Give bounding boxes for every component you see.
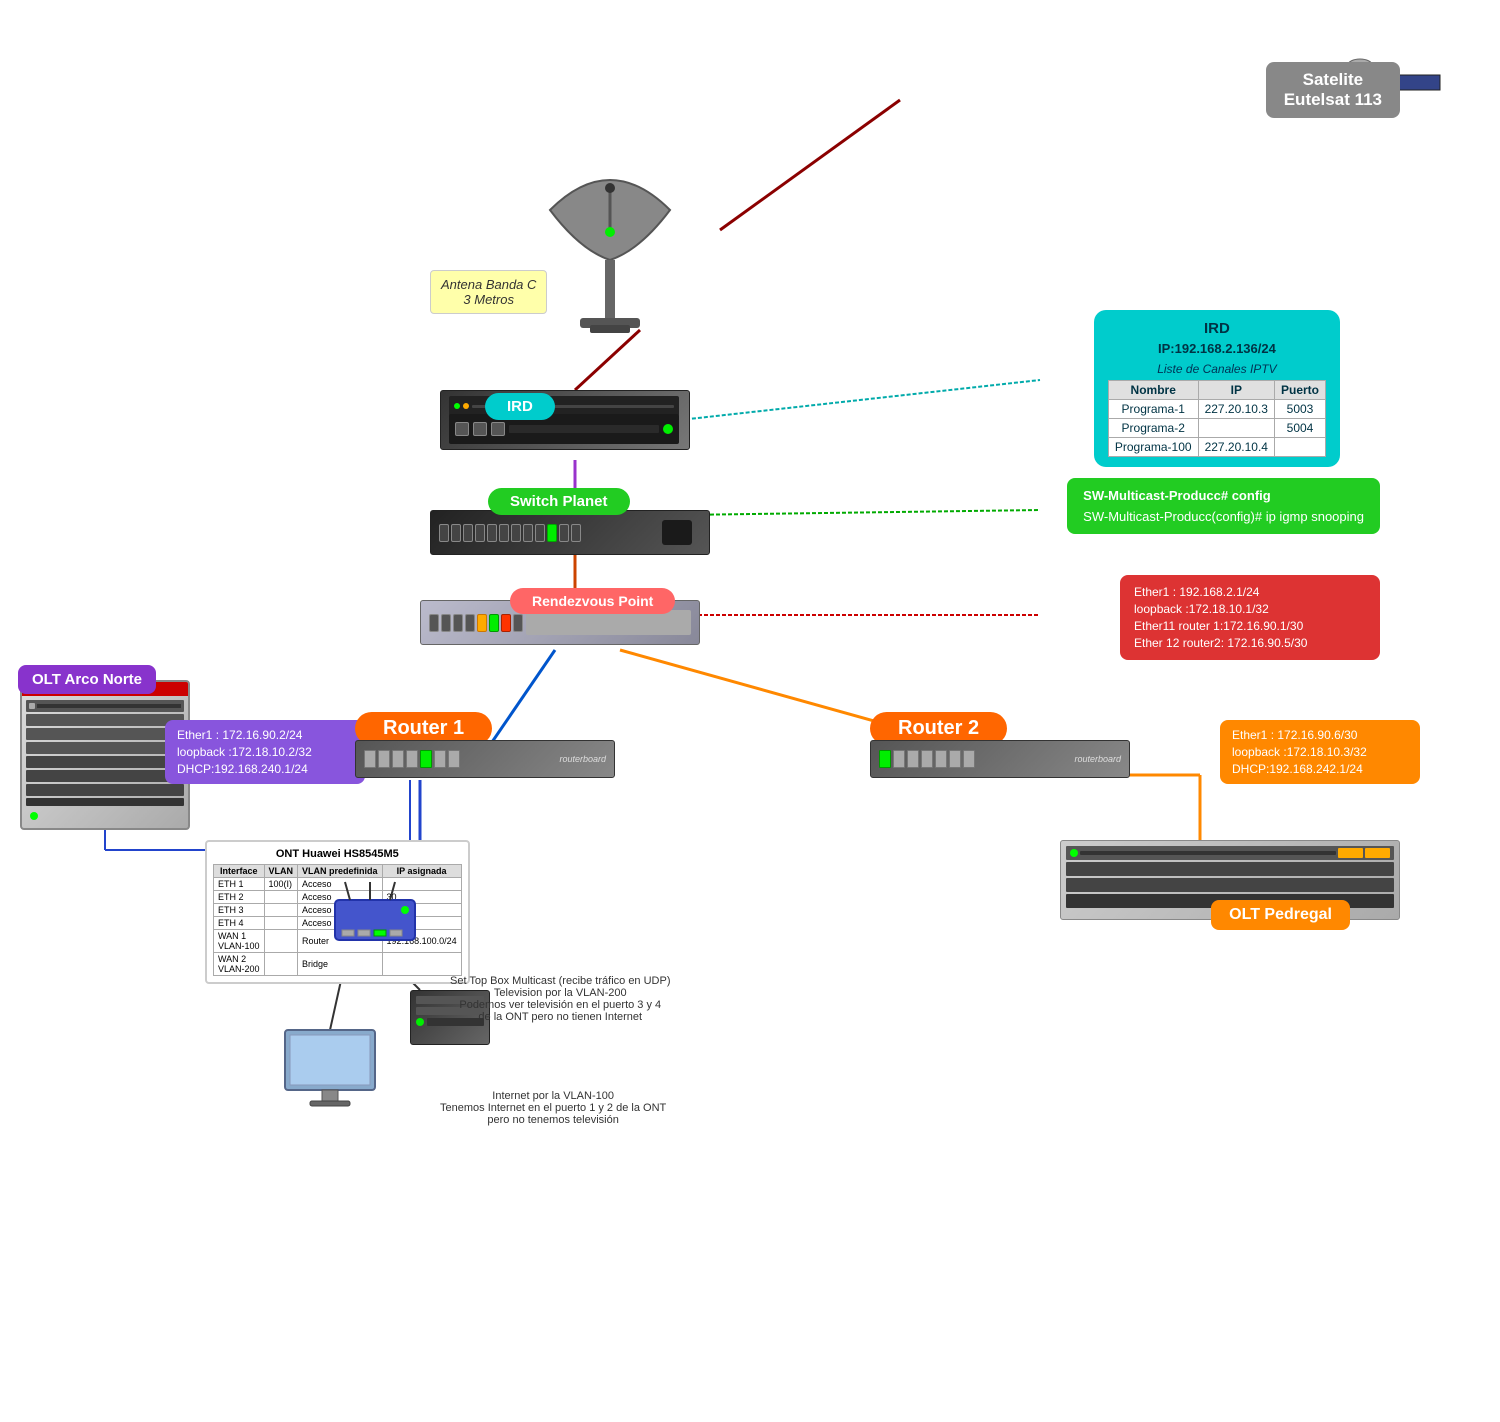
stb-description: Set Top Box Multicast (recibe tráfico en…	[450, 975, 671, 1023]
green-config-box: SW-Multicast-Producc# config SW-Multicas…	[1067, 478, 1380, 534]
rp-label: Rendezvous Point	[510, 588, 675, 614]
ird-table: Nombre IP Puerto Programa-1 227.20.10.3 …	[1108, 380, 1326, 457]
internet-description: Internet por la VLAN-100 Tenemos Interne…	[440, 1090, 666, 1126]
diagram-container: Satelite Eutelsat 113 Antena Banda C 3 M…	[0, 0, 1500, 1422]
olt-arco-label: OLT Arco Norte	[18, 665, 156, 694]
router1-device: routerboard	[355, 740, 615, 778]
ird-device-label: IRD	[485, 393, 555, 420]
switch-planet-label: Switch Planet	[488, 488, 630, 515]
ird-row-2: Programa-2 5004	[1108, 419, 1325, 438]
olt-pedregal-label: OLT Pedregal	[1211, 900, 1350, 930]
router1-info-box: Ether1 : 172.16.90.2/24 loopback :172.18…	[165, 720, 365, 784]
ont-router-device	[330, 880, 420, 960]
switch-device	[430, 510, 710, 555]
ird-row-1: Programa-1 227.20.10.3 5003	[1108, 400, 1325, 419]
dish-image	[530, 170, 690, 355]
ird-info-box: IRD IP:192.168.2.136/24 Liste de Canales…	[1094, 310, 1340, 467]
rp-info-box: Ether1 : 192.168.2.1/24 loopback :172.18…	[1120, 575, 1380, 660]
connections-svg	[0, 0, 1500, 1422]
satellite-label: Satelite Eutelsat 113	[1266, 62, 1400, 118]
pc-device	[280, 1025, 380, 1125]
antena-label: Antena Banda C 3 Metros	[430, 270, 547, 314]
ird-row-3: Programa-100 227.20.10.4	[1108, 438, 1325, 457]
ird-device	[440, 390, 690, 450]
router2-info-box: Ether1 : 172.16.90.6/30 loopback :172.18…	[1220, 720, 1420, 784]
router2-device: routerboard	[870, 740, 1130, 778]
